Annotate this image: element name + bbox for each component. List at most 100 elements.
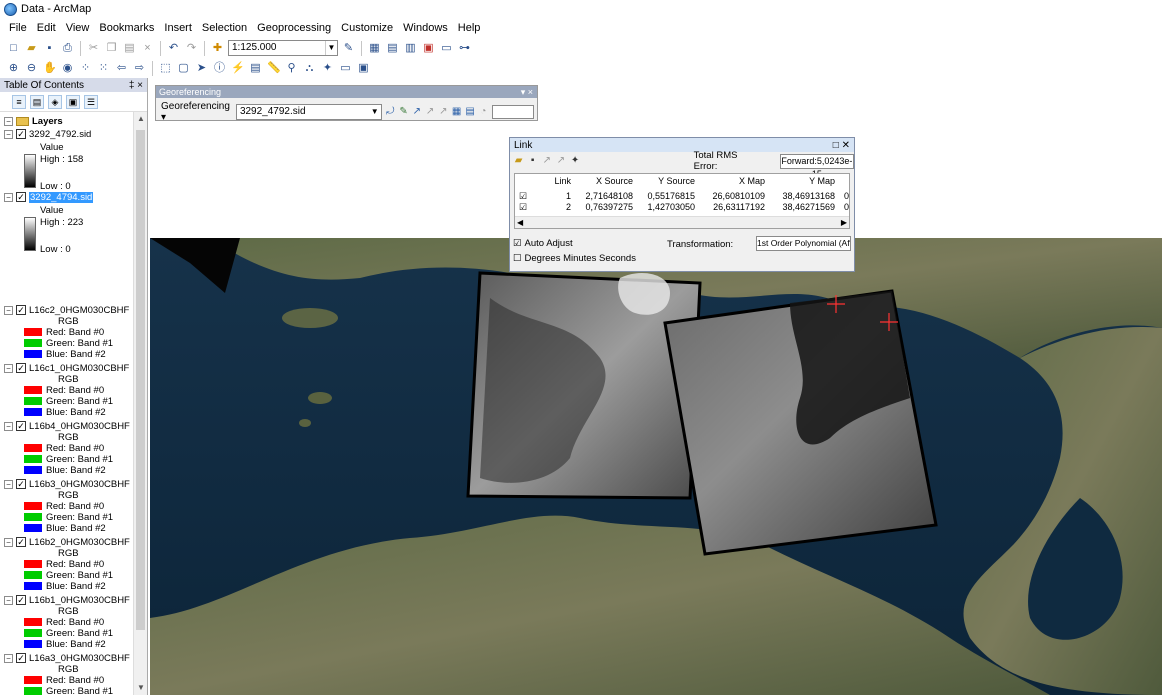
delete-link-icon[interactable]: ↗ (541, 155, 552, 167)
list-by-drawing-order-icon[interactable]: ≡ (12, 94, 26, 109)
time-slider-icon[interactable]: ▭ (338, 61, 353, 76)
dms-option[interactable]: ☐ Degrees Minutes Seconds (513, 251, 636, 266)
collapse-icon[interactable]: − (4, 363, 13, 373)
zoom-to-link-icon[interactable]: ↗ (425, 106, 434, 118)
python-window-icon[interactable]: ▭ (439, 41, 454, 56)
zoom-in-icon[interactable]: ⊕ (6, 61, 21, 76)
column-header[interactable]: Y Source (639, 176, 695, 186)
georef-input[interactable] (492, 105, 535, 119)
georeferencing-layer-combo[interactable]: 3292_4792.sid ▼ (235, 104, 382, 120)
layer-visibility-checkbox[interactable]: ✓ (16, 595, 26, 605)
auto-adjust-option[interactable]: ☑ Auto Adjust (513, 236, 636, 251)
layer-item[interactable]: − ✓ 3292_4792.sid (4, 128, 91, 140)
collapse-icon[interactable]: − (4, 129, 13, 139)
layer-name[interactable]: L16c1_0HGM030CBHF (29, 363, 129, 374)
pan-icon[interactable]: ✋ (42, 61, 57, 76)
close-icon[interactable]: ✕ (842, 140, 850, 151)
add-data-icon[interactable]: ✚ (210, 41, 225, 56)
map-scale-combo[interactable]: 1:125.000 ▼ (228, 40, 338, 56)
fixed-zoom-in-icon[interactable]: ⁘ (78, 61, 93, 76)
collapse-icon[interactable]: − (4, 116, 13, 126)
layer-name[interactable]: L16b3_0HGM030CBHF (29, 479, 130, 490)
print-icon[interactable]: ⎙ (60, 41, 75, 56)
zoom-to-link-icon[interactable]: ↗ (555, 155, 566, 167)
list-by-source-icon[interactable]: ▤ (30, 94, 44, 109)
clear-selection-icon[interactable]: ▢ (176, 61, 191, 76)
find-route-icon[interactable]: ⛬ (302, 61, 317, 76)
row-checkbox[interactable]: ☑ (519, 191, 527, 202)
redo-icon[interactable]: ↷ (184, 41, 199, 56)
layer-visibility-checkbox[interactable]: ✓ (16, 537, 26, 547)
collapse-icon[interactable]: − (4, 653, 13, 663)
select-link-icon[interactable]: ↗ (412, 106, 421, 118)
save-links-icon[interactable]: ▪ (527, 155, 538, 167)
scroll-up-icon[interactable]: ▲ (134, 112, 148, 126)
layer-name[interactable]: L16b2_0HGM030CBHF (29, 537, 130, 548)
list-by-selection-icon[interactable]: ▣ (66, 94, 80, 109)
scroll-down-icon[interactable]: ▼ (134, 681, 148, 695)
list-by-visibility-icon[interactable]: ◈ (48, 94, 62, 109)
collapse-icon[interactable]: − (4, 537, 13, 547)
back-arrow-icon[interactable]: ⇦ (114, 61, 129, 76)
find-icon[interactable]: ⚲ (284, 61, 299, 76)
cut-icon[interactable]: ✂ (86, 41, 101, 56)
menu-item-file[interactable]: File (4, 22, 32, 34)
menu-item-insert[interactable]: Insert (159, 22, 197, 34)
georeferencing-titlebar[interactable]: Georeferencing ▾ × (156, 86, 537, 98)
link-table-scrollbar[interactable]: ◀ ▶ (515, 216, 849, 228)
chevron-down-icon[interactable]: ▼ (325, 41, 337, 55)
modelbuilder-icon[interactable]: ⊶ (457, 41, 472, 56)
auto-adjust-checkbox[interactable]: ☑ (513, 238, 522, 249)
collapse-icon[interactable]: − (4, 192, 13, 202)
table-row[interactable]: ☑ 2 0,76397275 1,42703050 26,63117192 38… (515, 202, 849, 214)
copy-icon[interactable]: ❐ (104, 41, 119, 56)
layer-name[interactable]: L16b1_0HGM030CBHF (29, 595, 130, 606)
undo-icon[interactable]: ↶ (166, 41, 181, 56)
scroll-left-icon[interactable]: ◀ (517, 218, 523, 227)
options-icon[interactable]: ☰ (84, 94, 98, 109)
layers-group[interactable]: − Layers (4, 115, 63, 127)
table-of-contents-icon[interactable]: ▦ (367, 41, 382, 56)
georeferencing-close[interactable]: ▾ × (521, 87, 533, 98)
menu-item-view[interactable]: View (61, 22, 95, 34)
column-header[interactable]: X Map (701, 176, 765, 186)
menu-item-selection[interactable]: Selection (197, 22, 252, 34)
go-to-xy-icon[interactable]: ✦ (320, 61, 335, 76)
paste-icon[interactable]: ▤ (122, 41, 137, 56)
zoom-out-icon[interactable]: ⊖ (24, 61, 39, 76)
column-header[interactable]: Link (545, 176, 571, 186)
layer-name[interactable]: L16b4_0HGM030CBHF (29, 421, 130, 432)
scroll-right-icon[interactable]: ▶ (841, 218, 847, 227)
layer-item[interactable]: − ✓ 3292_4794.sid (4, 191, 94, 203)
collapse-icon[interactable]: − (4, 421, 13, 431)
menu-item-edit[interactable]: Edit (32, 22, 61, 34)
measure-icon[interactable]: 📏 (266, 61, 281, 76)
georeferencing-menu-button[interactable]: Georeferencing ▾ (159, 101, 232, 123)
catalog-icon[interactable]: ▤ (385, 41, 400, 56)
layer-name[interactable]: 3292_4792.sid (29, 129, 91, 140)
layer-visibility-checkbox[interactable]: ✓ (16, 305, 26, 315)
transformation-select[interactable]: 1st Order Polynomial (Affine) (756, 236, 851, 251)
chevron-down-icon[interactable]: ▼ (369, 105, 381, 119)
column-header[interactable]: X Source (577, 176, 633, 186)
new-document-icon[interactable]: □ (6, 41, 21, 56)
html-popup-icon[interactable]: ▤ (248, 61, 263, 76)
row-checkbox[interactable]: ☑ (519, 202, 527, 213)
layer-name[interactable]: L16c2_0HGM030CBHF (29, 305, 129, 316)
menu-item-windows[interactable]: Windows (398, 22, 453, 34)
georef-dropdown-icon[interactable]: ◔ (479, 106, 488, 118)
toc-scrollbar[interactable]: ▲ ▼ (133, 112, 147, 695)
layer-visibility-checkbox[interactable]: ✓ (16, 479, 26, 489)
layer-name[interactable]: 3292_4794.sid (29, 191, 94, 203)
maximize-icon[interactable]: □ (833, 140, 839, 151)
layer-visibility-checkbox[interactable]: ✓ (16, 421, 26, 431)
fixed-zoom-out-icon[interactable]: ⁙ (96, 61, 111, 76)
toc-pin-close[interactable]: ‡ × (129, 80, 143, 91)
delete-link-icon[interactable]: ↗ (439, 106, 448, 118)
collapse-icon[interactable]: − (4, 305, 13, 315)
total-rms-value[interactable]: Forward:5,0243e-15 (779, 153, 855, 179)
dms-checkbox[interactable]: ☐ (513, 253, 522, 264)
rotate-icon[interactable]: ⤾ (386, 106, 395, 118)
identify-icon[interactable]: ⓘ (212, 61, 227, 76)
view-link-table-icon[interactable]: ▦ (452, 106, 461, 118)
